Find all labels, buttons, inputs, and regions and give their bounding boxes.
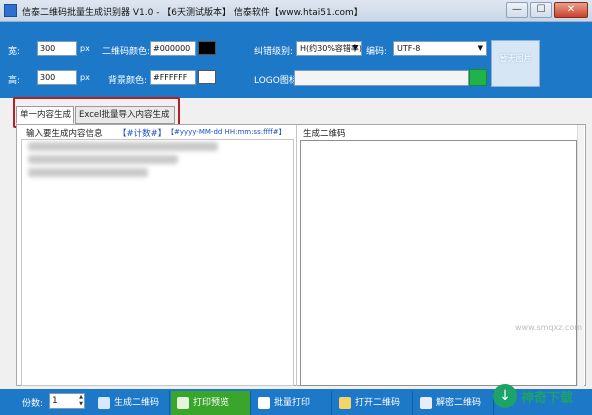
logo-path-input[interactable] bbox=[294, 70, 469, 86]
window-title: 信泰二维码批量生成识别器 V1.0 - 【6天测试版本】 信泰软件【www.ht… bbox=[22, 8, 363, 18]
print-preview-icon bbox=[177, 397, 189, 409]
encoding-label: 编码: bbox=[366, 47, 388, 57]
decode-qr-button[interactable]: 解密二维码 bbox=[414, 391, 494, 415]
print-preview-label: 打印预览 bbox=[193, 398, 230, 408]
dropdown-arrow-icon: ▼ bbox=[352, 44, 358, 52]
open-qr-button[interactable]: 打开二维码 bbox=[333, 391, 413, 415]
open-qr-label: 打开二维码 bbox=[355, 398, 401, 408]
close-button[interactable]: ✕ bbox=[554, 2, 588, 18]
qr-color-swatch[interactable] bbox=[198, 41, 216, 55]
input-content-header: 输入要生成内容信息 bbox=[26, 129, 103, 139]
generated-qr-header: 生成二维码 bbox=[303, 129, 346, 139]
title-bar: 信泰二维码批量生成识别器 V1.0 - 【6天测试版本】 信泰软件【www.ht… bbox=[0, 0, 592, 22]
decode-icon bbox=[420, 397, 432, 409]
printer-icon bbox=[258, 397, 270, 409]
ecc-label: 纠错级别: bbox=[254, 47, 294, 57]
copies-stepper[interactable]: 1 ▲ ▼ bbox=[49, 393, 85, 409]
qr-output-box bbox=[300, 140, 577, 386]
generate-qr-label: 生成二维码 bbox=[114, 398, 160, 408]
blurred-text bbox=[28, 142, 218, 151]
width-label: 宽: bbox=[8, 47, 21, 57]
blurred-text bbox=[28, 168, 148, 177]
bg-color-input[interactable]: #FFFFFF bbox=[150, 70, 196, 85]
copies-label: 份数: bbox=[22, 399, 44, 409]
height-label: 高: bbox=[8, 76, 21, 86]
column-divider bbox=[296, 125, 297, 386]
maximize-button[interactable]: ☐ bbox=[530, 2, 552, 18]
decode-qr-label: 解密二维码 bbox=[436, 398, 482, 408]
encoding-selected-value: UTF-8 bbox=[397, 44, 421, 53]
logo-text: 神奇下载 bbox=[521, 391, 574, 406]
batch-print-label: 批量打印 bbox=[274, 398, 311, 408]
qr-color-label: 二维码颜色: bbox=[102, 47, 151, 57]
batch-print-button[interactable]: 批量打印 bbox=[252, 391, 332, 415]
app-icon bbox=[4, 4, 17, 17]
folder-icon bbox=[339, 397, 351, 409]
qr-preview: 暂无图片 bbox=[491, 40, 540, 87]
height-unit: px bbox=[80, 73, 90, 82]
width-unit: px bbox=[80, 44, 90, 53]
browse-logo-button[interactable] bbox=[469, 69, 487, 86]
generate-qr-button[interactable]: 生成二维码 bbox=[92, 391, 170, 415]
minimize-button[interactable]: — bbox=[506, 2, 528, 18]
ecc-select[interactable]: H(约30%容错率) ▼ bbox=[296, 41, 362, 56]
blurred-text bbox=[28, 155, 178, 164]
preview-placeholder: 暂无图片 bbox=[499, 54, 532, 63]
encoding-select[interactable]: UTF-8 ▼ bbox=[393, 41, 487, 56]
print-preview-button[interactable]: 打印预览 bbox=[171, 391, 251, 415]
datetime-placeholder[interactable]: 【#yyyy-MM-dd HH:mm:ss:ffff#】 bbox=[167, 127, 286, 137]
qr-icon bbox=[98, 397, 110, 409]
logo-badge-icon: ↓ bbox=[493, 384, 517, 408]
counter-token[interactable]: 【#计数#】 bbox=[118, 129, 166, 139]
bg-color-label: 背景颜色: bbox=[108, 76, 148, 86]
bg-color-swatch[interactable] bbox=[198, 70, 216, 84]
site-logo: ↓ 神奇下载 bbox=[493, 381, 588, 411]
height-input[interactable]: 300 bbox=[37, 70, 77, 85]
width-input[interactable]: 300 bbox=[37, 41, 77, 56]
copies-value: 1 bbox=[52, 396, 58, 406]
settings-panel: 宽: 300 px 高: 300 px 二维码颜色: #000000 背景颜色:… bbox=[0, 22, 592, 98]
vertical-scrollbar[interactable] bbox=[577, 125, 584, 386]
watermark-text: www.smqxz.com bbox=[515, 323, 583, 332]
datetime-token[interactable]: 【#yyyy-MM-dd HH:mm:ss:ffff#】 bbox=[167, 128, 286, 136]
qr-color-input[interactable]: #000000 bbox=[150, 41, 196, 56]
window-controls: — ☐ ✕ bbox=[506, 2, 588, 18]
stepper-arrows-icon[interactable]: ▲ ▼ bbox=[79, 394, 83, 408]
counter-placeholder[interactable]: 【#计数#】 bbox=[118, 127, 166, 139]
dropdown-arrow-icon: ▼ bbox=[477, 44, 483, 52]
